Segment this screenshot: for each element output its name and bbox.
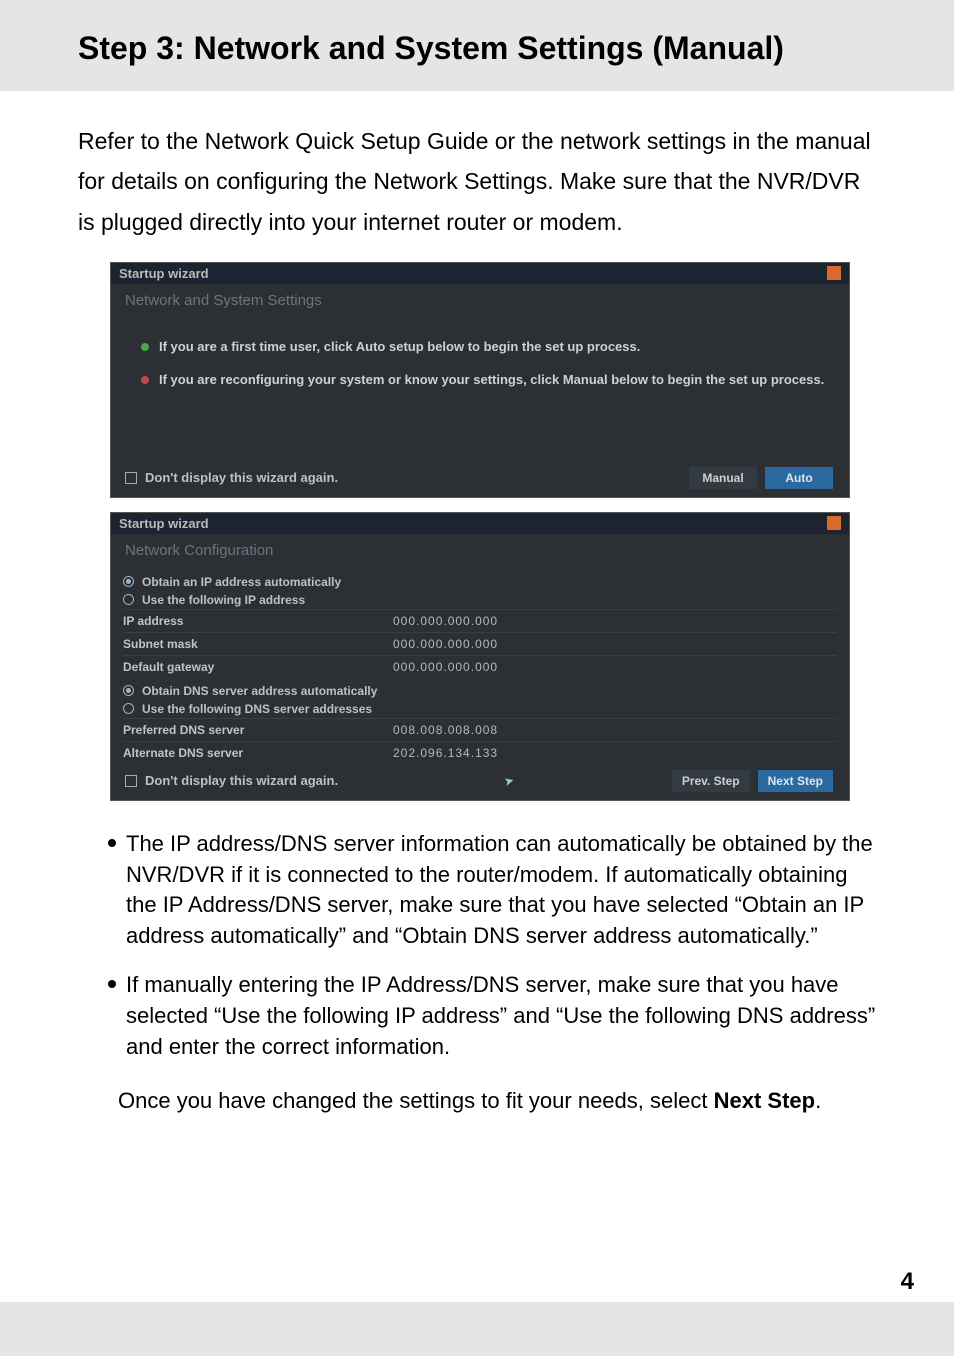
subnet-mask-label: Subnet mask [123,637,393,651]
wizard1-bullet1: If you are a first time user, click Auto… [159,339,640,354]
radio-icon [123,594,134,605]
bullet-icon [108,980,116,988]
close-icon[interactable] [827,516,841,530]
ip-address-value[interactable]: 000.000.000.000 [393,614,498,628]
radio-icon [123,576,134,587]
dont-display-checkbox[interactable] [125,775,137,787]
wizard-screenshot-2: Startup wizard Network Configuration Obt… [110,512,850,801]
wizard1-dont-display-label: Don't display this wizard again. [145,470,338,485]
dont-display-checkbox[interactable] [125,472,137,484]
default-gateway-value[interactable]: 000.000.000.000 [393,660,498,674]
radio-icon [123,703,134,714]
footer-band [0,1302,954,1356]
note-1: The IP address/DNS server information ca… [126,829,876,952]
ip-address-label: IP address [123,614,393,628]
wizard-screenshot-1: Startup wizard Network and System Settin… [110,262,850,498]
radio-use-dns[interactable]: Use the following DNS server addresses [123,700,837,718]
prev-step-button[interactable]: Prev. Step [672,770,750,792]
wizard2-dont-display-label: Don't display this wizard again. [145,773,338,788]
bullet-dot-icon [141,343,149,351]
radio-obtain-dns-label: Obtain DNS server address automatically [142,684,377,698]
next-step-button[interactable]: Next Step [758,770,833,792]
header-band: Step 3: Network and System Settings (Man… [0,0,954,91]
subnet-mask-value[interactable]: 000.000.000.000 [393,637,498,651]
radio-use-ip[interactable]: Use the following IP address [123,591,837,609]
alternate-dns-value[interactable]: 202.096.134.133 [393,746,498,760]
close-icon[interactable] [827,266,841,280]
radio-obtain-ip[interactable]: Obtain an IP address automatically [123,573,837,591]
wizard2-titlebar: Startup wizard [111,513,849,534]
cursor-icon: ➤ [502,773,515,789]
radio-use-ip-label: Use the following IP address [142,593,305,607]
auto-button[interactable]: Auto [765,467,833,489]
wizard1-window-title: Startup wizard [119,266,209,281]
wizard1-bullet2: If you are reconfiguring your system or … [159,372,824,387]
preferred-dns-label: Preferred DNS server [123,723,393,737]
radio-obtain-ip-label: Obtain an IP address automatically [142,575,341,589]
radio-obtain-dns[interactable]: Obtain DNS server address automatically [123,682,837,700]
wizard2-subtitle: Network Configuration [123,540,837,573]
bullet-dot-icon [141,376,149,384]
closing-period: . [815,1088,821,1113]
page-number: 4 [901,1268,914,1296]
radio-use-dns-label: Use the following DNS server addresses [142,702,372,716]
bullet-icon [108,839,116,847]
default-gateway-label: Default gateway [123,660,393,674]
manual-button[interactable]: Manual [689,467,757,489]
intro-paragraph: Refer to the Network Quick Setup Guide o… [0,91,954,262]
radio-icon [123,685,134,696]
wizard1-titlebar: Startup wizard [111,263,849,284]
page-title: Step 3: Network and System Settings (Man… [78,30,954,67]
next-step-bold: Next Step [714,1088,815,1113]
note-2: If manually entering the IP Address/DNS … [126,970,876,1062]
wizard1-subtitle: Network and System Settings [123,290,837,323]
alternate-dns-label: Alternate DNS server [123,746,393,760]
preferred-dns-value[interactable]: 008.008.008.008 [393,723,498,737]
closing-text: Once you have changed the settings to fi… [118,1088,714,1113]
closing-paragraph: Once you have changed the settings to fi… [0,1080,954,1117]
wizard2-window-title: Startup wizard [119,516,209,531]
